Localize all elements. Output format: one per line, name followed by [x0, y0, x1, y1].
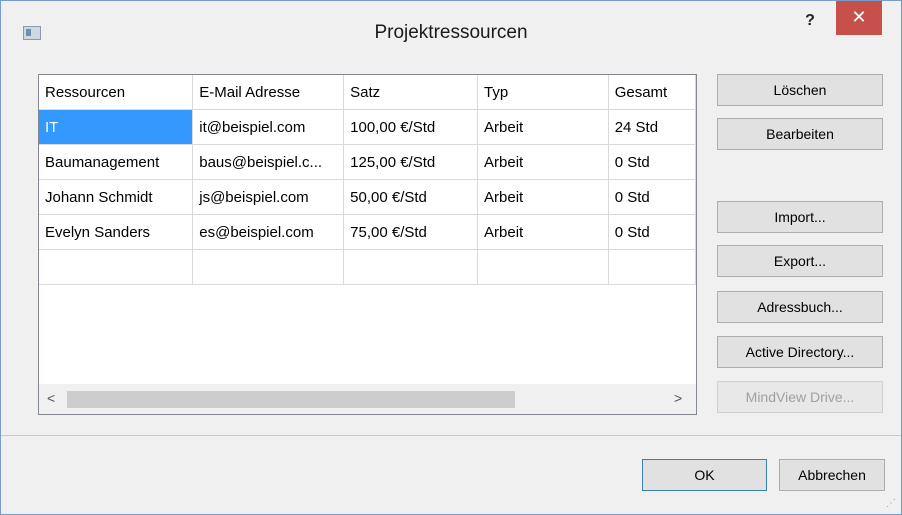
cancel-button[interactable]: Abbrechen — [779, 459, 885, 491]
scrollbar-thumb[interactable] — [67, 391, 515, 408]
cell-email[interactable]: baus@beispiel.c... — [192, 144, 345, 180]
cell-type[interactable]: Arbeit — [477, 144, 609, 180]
cell-type[interactable]: Arbeit — [477, 179, 609, 215]
scroll-right-icon[interactable]: > — [674, 390, 682, 406]
cell-total[interactable]: 0 Std — [608, 144, 696, 180]
active-directory-button[interactable]: Active Directory... — [717, 336, 883, 368]
cell-rate[interactable] — [343, 249, 479, 285]
cell-email[interactable]: es@beispiel.com — [192, 214, 345, 250]
cell-type[interactable]: Arbeit — [477, 109, 609, 145]
cell-rate[interactable]: 50,00 €/Std — [343, 179, 479, 215]
ok-button[interactable]: OK — [642, 459, 767, 491]
export-button[interactable]: Export... — [717, 245, 883, 277]
cell-resource[interactable]: Evelyn Sanders — [39, 214, 194, 250]
cell-resource[interactable]: IT — [39, 109, 194, 145]
cell-resource[interactable] — [39, 249, 194, 285]
cell-total[interactable]: 0 Std — [608, 179, 696, 215]
table-row[interactable]: IT it@beispiel.com 100,00 €/Std Arbeit 2… — [39, 109, 696, 145]
cell-email[interactable] — [192, 249, 345, 285]
table-header-row: Ressourcen E-Mail Adresse Satz Typ Gesam… — [39, 75, 696, 110]
resize-grip-icon[interactable]: ⋰ — [886, 498, 896, 509]
cell-type[interactable]: Arbeit — [477, 214, 609, 250]
cell-rate[interactable]: 75,00 €/Std — [343, 214, 479, 250]
cell-rate[interactable]: 100,00 €/Std — [343, 109, 479, 145]
cell-resource[interactable]: Johann Schmidt — [39, 179, 194, 215]
table-row[interactable]: Evelyn Sanders es@beispiel.com 75,00 €/S… — [39, 214, 696, 250]
cell-rate[interactable]: 125,00 €/Std — [343, 144, 479, 180]
horizontal-scrollbar[interactable]: < > — [39, 384, 696, 414]
column-header-email[interactable]: E-Mail Adresse — [192, 75, 345, 110]
help-button[interactable]: ? — [796, 9, 824, 33]
cell-total[interactable]: 0 Std — [608, 214, 696, 250]
footer-separator — [1, 435, 901, 436]
close-icon: ✕ — [851, 7, 867, 27]
cell-email[interactable]: it@beispiel.com — [192, 109, 345, 145]
table-row-empty[interactable] — [39, 249, 696, 285]
import-button[interactable]: Import... — [717, 201, 883, 233]
dialog-window: Projektressourcen ? ✕ Ressourcen E-Mail … — [0, 0, 902, 515]
cell-total[interactable] — [608, 249, 696, 285]
edit-button[interactable]: Bearbeiten — [717, 118, 883, 150]
cell-total[interactable]: 24 Std — [608, 109, 696, 145]
close-button[interactable]: ✕ — [836, 1, 882, 35]
cell-email[interactable]: js@beispiel.com — [192, 179, 345, 215]
table-row[interactable]: Baumanagement baus@beispiel.c... 125,00 … — [39, 144, 696, 180]
title-bar: Projektressourcen ? ✕ — [1, 1, 901, 63]
dialog-title: Projektressourcen — [374, 22, 528, 43]
column-header-type[interactable]: Typ — [477, 75, 609, 110]
resources-table[interactable]: Ressourcen E-Mail Adresse Satz Typ Gesam… — [38, 74, 697, 415]
cell-type[interactable] — [477, 249, 609, 285]
table-row[interactable]: Johann Schmidt js@beispiel.com 50,00 €/S… — [39, 179, 696, 215]
column-header-total[interactable]: Gesamt — [608, 75, 696, 110]
cell-resource[interactable]: Baumanagement — [39, 144, 194, 180]
mindview-drive-button[interactable]: MindView Drive... — [717, 381, 883, 413]
address-book-button[interactable]: Adressbuch... — [717, 291, 883, 323]
delete-button[interactable]: Löschen — [717, 74, 883, 106]
column-header-resources[interactable]: Ressourcen — [39, 75, 194, 110]
column-header-rate[interactable]: Satz — [343, 75, 479, 110]
scroll-left-icon[interactable]: < — [47, 390, 55, 406]
